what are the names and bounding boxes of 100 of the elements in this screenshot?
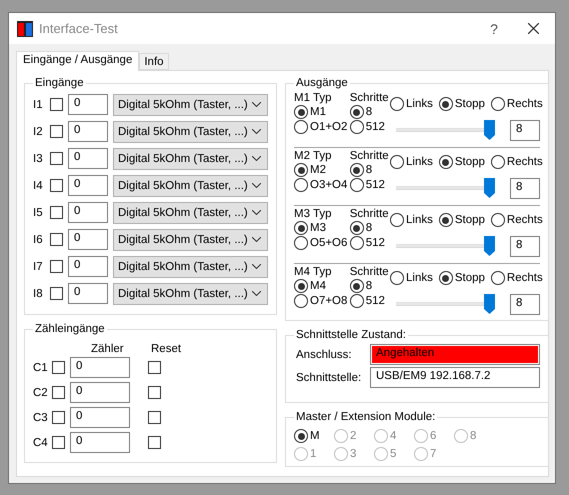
mode-dropdown[interactable]: Digital 5kOhm (Taster, ...) <box>113 228 268 250</box>
column-header: Reset <box>151 343 182 355</box>
chevron-down-icon <box>252 129 261 134</box>
direction-radio[interactable]: Links <box>390 97 433 111</box>
direction-radio[interactable]: Stopp <box>438 213 485 227</box>
steps-radio[interactable]: 512 <box>350 178 390 192</box>
chevron-down-icon <box>252 291 261 296</box>
mode-dropdown[interactable]: Digital 5kOhm (Taster, ...) <box>113 120 268 142</box>
direction-radio[interactable]: Links <box>390 271 433 285</box>
chevron-down-icon <box>252 210 261 215</box>
direction-radio[interactable]: Stopp <box>438 271 485 285</box>
value-field[interactable]: 0 <box>68 121 108 142</box>
help-button[interactable]: ? <box>474 20 514 36</box>
type-radio[interactable]: M2 <box>294 163 350 177</box>
group-title: Ausgänge <box>295 77 349 89</box>
steps-label: Schritte <box>350 208 390 220</box>
checkbox[interactable] <box>50 125 63 138</box>
slider-thumb[interactable] <box>484 294 495 314</box>
motor-type-label: M1 Typ <box>294 92 332 104</box>
mode-dropdown[interactable]: Digital 5kOhm (Taster, ...) <box>113 256 268 278</box>
checkbox[interactable] <box>50 287 63 300</box>
steps-radio[interactable]: 512 <box>350 120 390 134</box>
input-label: I1 <box>33 98 44 110</box>
type-radio[interactable]: M4 <box>294 279 350 293</box>
type-radio[interactable]: O5+O6 <box>294 236 350 250</box>
type-radio[interactable]: O7+O8 <box>294 294 350 308</box>
window-title: Interface-Test <box>39 21 119 36</box>
tab[interactable]: Info <box>139 53 169 70</box>
value-field[interactable]: 0 <box>68 175 108 196</box>
mode-dropdown[interactable]: Digital 5kOhm (Taster, ...) <box>113 148 268 170</box>
counter-label: C4 <box>33 436 47 448</box>
direction-radio[interactable]: Rechts <box>490 213 543 227</box>
counter-label: C3 <box>33 412 47 424</box>
speed-field[interactable]: 8 <box>510 120 540 140</box>
direction-radio[interactable]: Rechts <box>490 271 543 285</box>
checkbox[interactable] <box>50 260 63 273</box>
module-radio[interactable]: M <box>294 429 334 443</box>
reset-checkbox[interactable] <box>148 411 161 424</box>
direction-radio[interactable]: Rechts <box>490 155 543 169</box>
type-radio[interactable]: O3+O4 <box>294 178 350 192</box>
checkbox[interactable] <box>50 152 63 165</box>
value-field[interactable]: 0 <box>68 202 108 223</box>
direction-radio[interactable]: Links <box>390 155 433 169</box>
group-title: Schnittstelle Zustand: <box>295 329 407 341</box>
counter-field[interactable]: 0 <box>70 357 130 378</box>
type-radio[interactable]: O1+O2 <box>294 120 350 134</box>
counter-field[interactable]: 0 <box>70 382 130 403</box>
counter-field[interactable]: 0 <box>70 432 130 453</box>
reset-checkbox[interactable] <box>148 361 161 374</box>
field-label: Anschluss: <box>296 348 353 360</box>
mode-dropdown[interactable]: Digital 5kOhm (Taster, ...) <box>113 174 268 196</box>
steps-radio[interactable]: 8 <box>350 105 390 119</box>
mode-dropdown[interactable]: Digital 5kOhm (Taster, ...) <box>113 282 268 304</box>
checkbox[interactable] <box>50 179 63 192</box>
value-field[interactable]: 0 <box>68 256 108 277</box>
input-label: I8 <box>33 288 44 300</box>
steps-radio[interactable]: 512 <box>350 294 390 308</box>
chevron-down-icon <box>252 183 261 188</box>
value-field[interactable]: 0 <box>68 229 108 250</box>
checkbox[interactable] <box>52 411 65 424</box>
slider-thumb[interactable] <box>484 236 495 256</box>
chevron-down-icon <box>252 264 261 269</box>
type-radio[interactable]: M1 <box>294 105 350 119</box>
steps-radio[interactable]: 8 <box>350 221 390 235</box>
steps-radio[interactable]: 8 <box>350 163 390 177</box>
direction-radio[interactable]: Stopp <box>438 155 485 169</box>
checkbox[interactable] <box>52 361 65 374</box>
tab[interactable]: Eingänge / Ausgänge <box>16 51 140 71</box>
steps-radio[interactable]: 512 <box>350 236 390 250</box>
steps-radio[interactable]: 8 <box>350 279 390 293</box>
checkbox[interactable] <box>50 98 63 111</box>
mode-dropdown[interactable]: Digital 5kOhm (Taster, ...) <box>113 94 268 116</box>
mode-dropdown[interactable]: Digital 5kOhm (Taster, ...) <box>113 202 268 224</box>
steps-label: Schritte <box>350 92 390 104</box>
close-icon[interactable] <box>528 23 539 34</box>
chevron-down-icon <box>252 237 261 242</box>
input-label: I4 <box>33 180 44 192</box>
slider-thumb[interactable] <box>484 178 495 198</box>
value-field[interactable]: 0 <box>68 94 108 115</box>
direction-radio[interactable]: Rechts <box>490 97 543 111</box>
checkbox[interactable] <box>52 386 65 399</box>
reset-checkbox[interactable] <box>148 436 161 449</box>
checkbox[interactable] <box>50 206 63 219</box>
value-field[interactable]: 0 <box>68 148 108 169</box>
checkbox[interactable] <box>50 233 63 246</box>
direction-radio[interactable]: Links <box>390 213 433 227</box>
type-radio[interactable]: M3 <box>294 221 350 235</box>
counter-field[interactable]: 0 <box>70 407 130 428</box>
value-field[interactable]: 0 <box>68 283 108 304</box>
chevron-down-icon <box>252 156 261 161</box>
reset-checkbox[interactable] <box>148 386 161 399</box>
speed-field[interactable]: 8 <box>510 236 540 256</box>
app-logo-icon <box>17 20 33 36</box>
steps-label: Schritte <box>350 150 390 162</box>
speed-field[interactable]: 8 <box>510 178 540 198</box>
speed-field[interactable]: 8 <box>510 294 540 314</box>
counter-label: C1 <box>33 362 47 374</box>
slider-thumb[interactable] <box>484 120 495 140</box>
checkbox[interactable] <box>52 436 65 449</box>
direction-radio[interactable]: Stopp <box>438 97 485 111</box>
